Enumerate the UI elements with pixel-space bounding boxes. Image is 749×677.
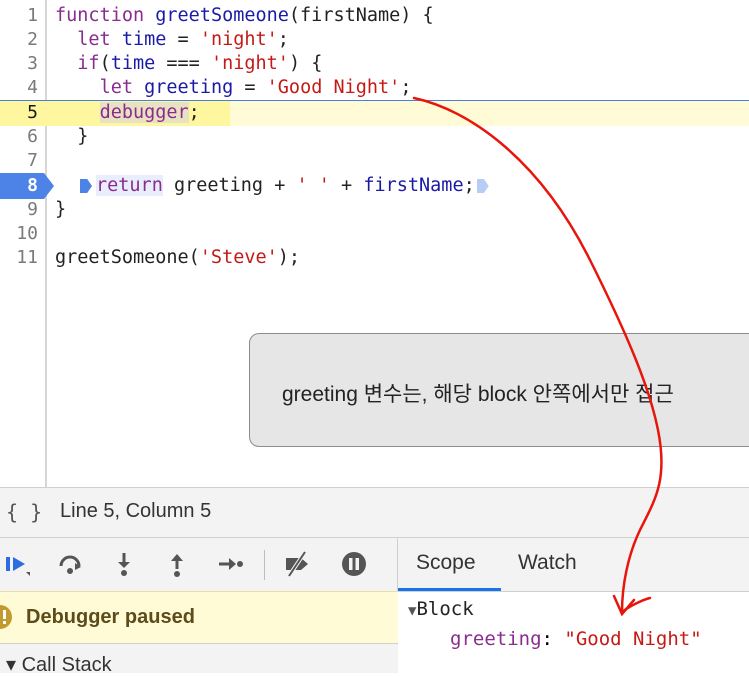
tooltip-text: greeting 변수는, 해당 block 안쪽에서만 접근 xyxy=(282,383,674,406)
debugger-paused-banner: Debugger paused xyxy=(0,591,398,643)
operator: + xyxy=(329,175,364,196)
keyword: function xyxy=(55,5,145,26)
string: 'Steve' xyxy=(199,247,278,268)
pretty-print-icon[interactable]: { } xyxy=(6,500,42,524)
inline-breakpoint-icon[interactable] xyxy=(476,179,489,193)
variable-name: greeting xyxy=(450,628,542,650)
deactivate-breakpoints-icon[interactable] xyxy=(283,550,311,578)
code-line[interactable]: 9 } xyxy=(0,198,749,222)
variable-separator: : xyxy=(541,628,565,650)
step-out-icon[interactable] xyxy=(163,550,191,578)
code-line[interactable]: 4 let greeting = 'Good Night'; xyxy=(0,76,749,100)
operator: = xyxy=(166,29,200,50)
variable-value: "Good Night" xyxy=(564,628,702,650)
variable: time xyxy=(110,53,156,74)
code-text: ; xyxy=(188,102,200,123)
code-line[interactable]: 2 let time = 'night'; xyxy=(0,28,749,52)
string: 'night' xyxy=(210,53,289,74)
toolbar-separator xyxy=(264,550,265,580)
code-text: } xyxy=(55,199,67,220)
paused-text: Debugger paused xyxy=(26,606,195,628)
scope-variable[interactable]: greeting: "Good Night" xyxy=(450,628,702,650)
line-number[interactable]: 9 xyxy=(0,198,38,222)
string: 'night' xyxy=(199,29,278,50)
keyword: if xyxy=(77,53,100,74)
code-line[interactable]: 10 xyxy=(0,222,749,246)
code-text: ( xyxy=(99,53,111,74)
string: 'Good Night' xyxy=(266,77,401,98)
variable: time xyxy=(121,29,167,50)
variable: firstName xyxy=(363,175,464,196)
code-line[interactable]: 1 function greetSomeone(firstName) { xyxy=(0,4,749,28)
code-text: ); xyxy=(277,247,301,268)
status-bar: { } Line 5, Column 5 xyxy=(0,487,749,537)
code-text: ( xyxy=(188,247,200,268)
keyword: let xyxy=(99,77,133,98)
line-number[interactable]: 6 xyxy=(0,125,38,149)
code-text: } xyxy=(77,126,89,147)
call-stack-label[interactable]: ▾ Call Stack xyxy=(6,652,112,677)
resume-icon[interactable] xyxy=(4,550,32,578)
debugger-toolbar xyxy=(0,537,398,591)
pause-on-exceptions-icon[interactable] xyxy=(340,550,368,578)
code-text: ; xyxy=(463,175,475,196)
code-text: ) { xyxy=(288,53,323,74)
code-text: ; xyxy=(277,29,289,50)
line-number[interactable]: 3 xyxy=(0,52,38,76)
operator: + xyxy=(263,175,297,196)
keyword: debugger xyxy=(99,102,189,123)
tab-watch[interactable]: Watch xyxy=(518,551,577,575)
variable: greeting xyxy=(144,77,234,98)
code-line[interactable]: 11 greetSomeone('Steve'); xyxy=(0,246,749,270)
code-text: ; xyxy=(400,77,412,98)
code-line-active[interactable]: 5 debugger; xyxy=(0,101,749,125)
cursor-position: Line 5, Column 5 xyxy=(60,500,212,522)
scope-block-toggle[interactable]: ▼Block xyxy=(408,598,474,620)
line-number[interactable]: 2 xyxy=(0,28,38,52)
execution-point-icon[interactable] xyxy=(80,179,92,193)
line-number[interactable]: 10 xyxy=(0,222,38,246)
line-number[interactable]: 1 xyxy=(0,4,38,28)
code-line[interactable]: 6 } xyxy=(0,125,749,149)
variable: greeting xyxy=(173,175,264,196)
scope-panel: ▼Block greeting: "Good Night" xyxy=(398,591,749,667)
annotation-tooltip: greeting 변수는, 해당 block 안쪽에서만 접근 xyxy=(249,333,749,447)
line-number[interactable]: 4 xyxy=(0,76,38,100)
call-stack-title: Call Stack xyxy=(21,654,112,676)
string: ' ' xyxy=(296,175,330,196)
keyword: return xyxy=(96,175,163,196)
operator: = xyxy=(233,77,267,98)
call-stack-section[interactable]: ▾ Call Stack xyxy=(0,643,398,676)
code-line[interactable]: 7 xyxy=(0,149,749,173)
tab-scope[interactable]: Scope xyxy=(416,551,476,575)
function-call: greetSomeone xyxy=(55,247,189,268)
line-number[interactable]: 11 xyxy=(0,246,38,270)
sidebar-tabs: Scope Watch xyxy=(398,537,749,591)
block-label: Block xyxy=(416,598,474,620)
operator: === xyxy=(155,53,211,74)
code-line[interactable]: 3 if(time === 'night') { xyxy=(0,52,749,76)
keyword: let xyxy=(77,29,111,50)
step-over-icon[interactable] xyxy=(56,550,84,578)
line-number[interactable]: 5 xyxy=(0,101,38,125)
step-into-icon[interactable] xyxy=(110,550,138,578)
breakpoint-line-number[interactable]: 8 xyxy=(0,174,38,198)
line-number[interactable]: 7 xyxy=(0,149,38,173)
step-icon[interactable] xyxy=(216,550,244,578)
code-line[interactable]: return greeting + ' ' + firstName; xyxy=(0,174,749,198)
code-text: (firstName) { xyxy=(288,5,434,26)
function-name: greetSomeone xyxy=(155,5,289,26)
code-editor[interactable]: 8 1 function greetSomeone(firstName) { 2… xyxy=(0,0,749,487)
info-icon xyxy=(0,605,12,629)
